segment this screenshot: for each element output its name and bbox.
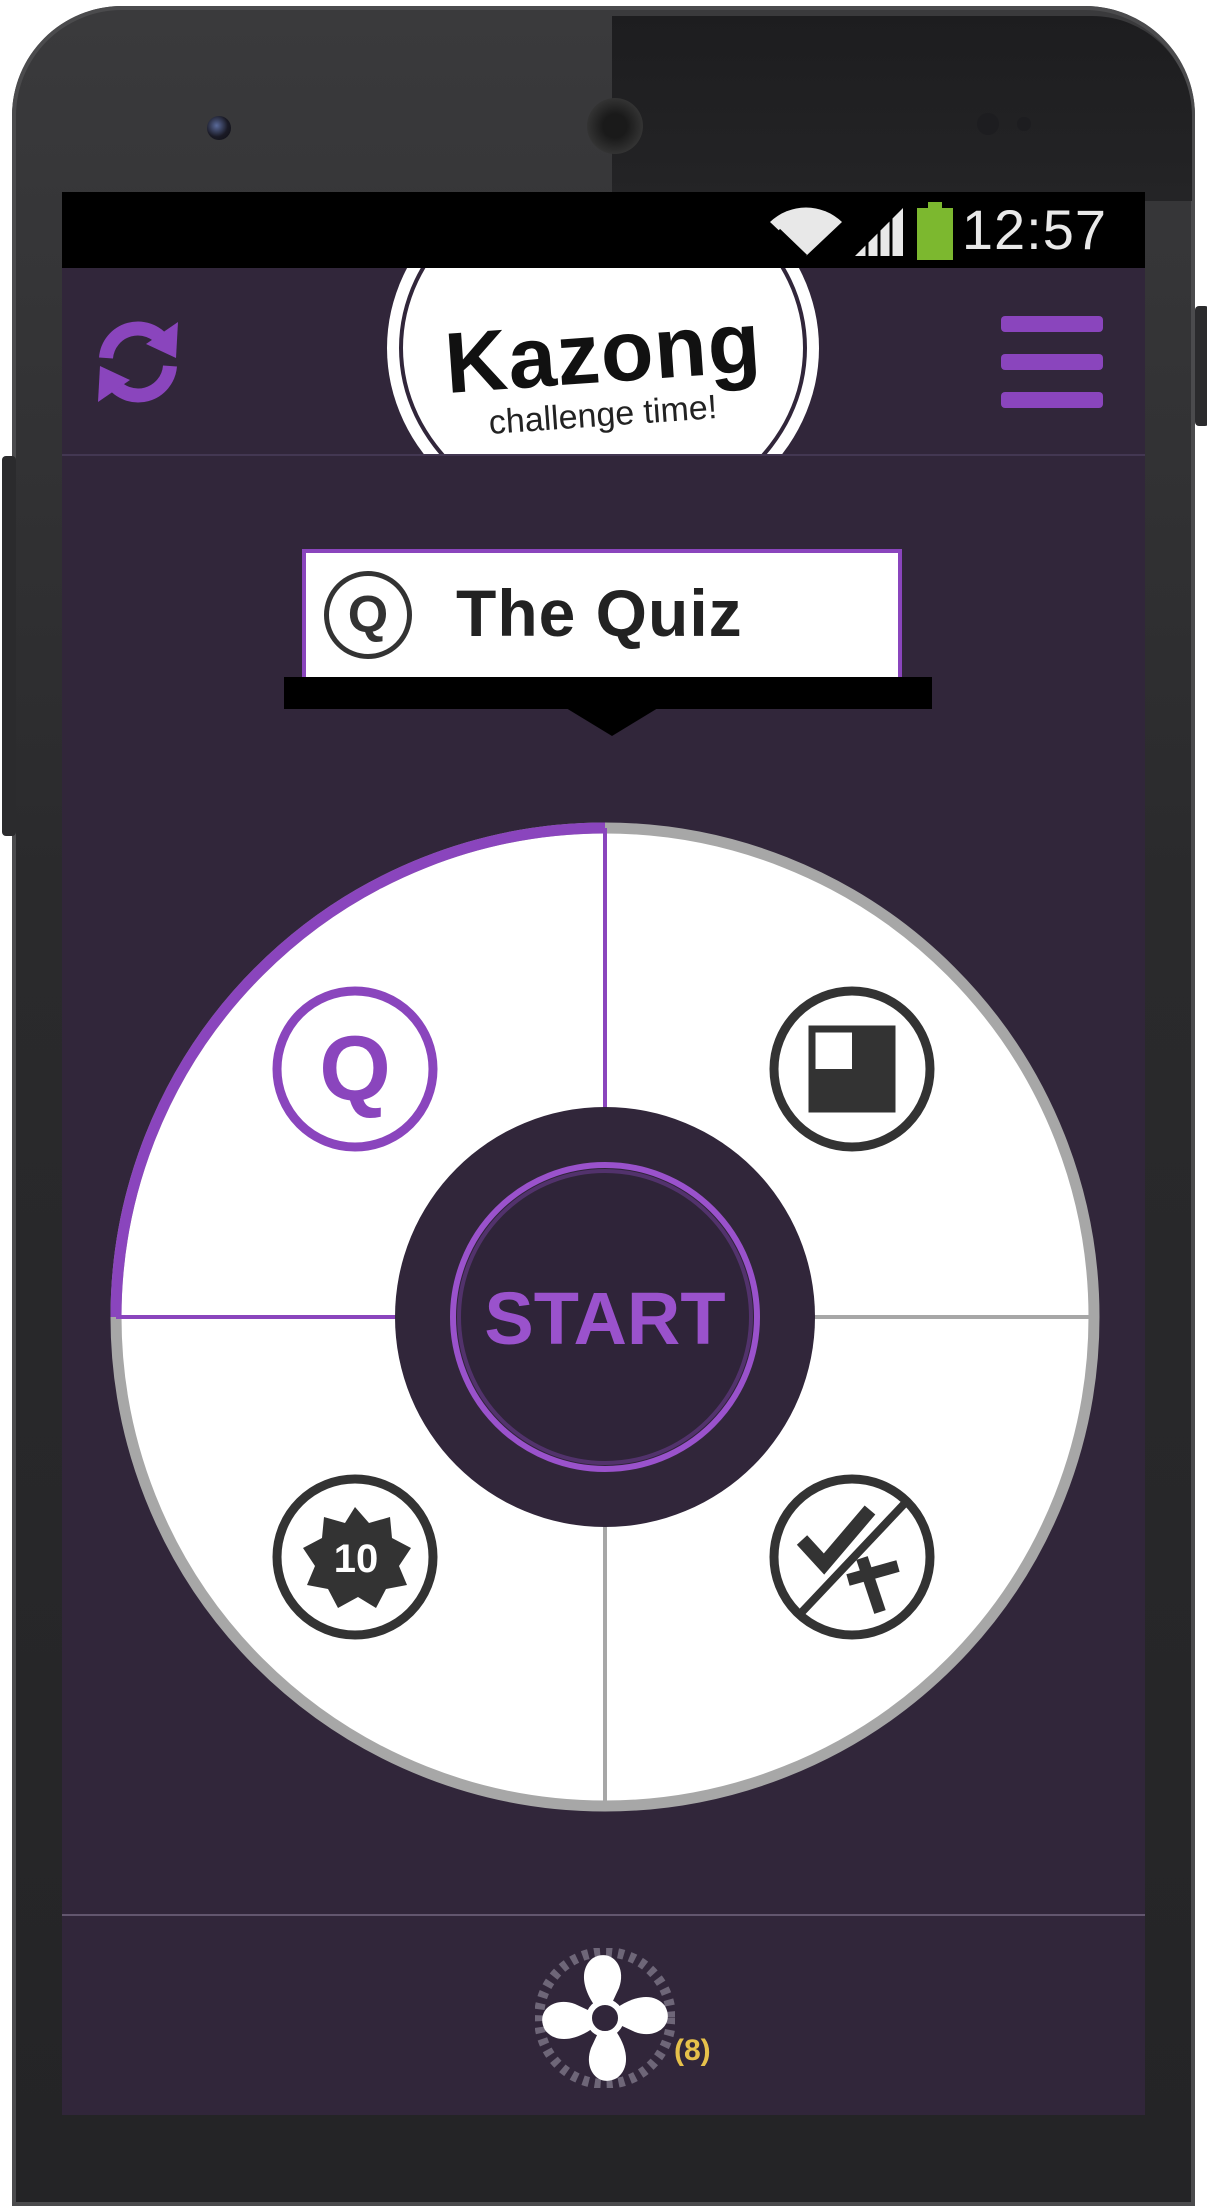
app-bar: Kazong challenge time! xyxy=(62,268,1145,456)
front-camera xyxy=(207,116,231,140)
checkerboard-icon[interactable] xyxy=(769,986,935,1152)
svg-text:10: 10 xyxy=(334,1537,379,1581)
logo-area: Kazong challenge time! xyxy=(62,268,1145,454)
proximity-sensor xyxy=(977,113,999,135)
phone-side-button xyxy=(2,456,16,836)
status-time: 12:57 xyxy=(961,198,1107,261)
selected-mode-card: Q The Quiz xyxy=(302,549,902,677)
status-bar: 12:57 xyxy=(62,192,1145,268)
mode-card-shelf xyxy=(284,677,932,709)
logo-badge[interactable]: Kazong challenge time! xyxy=(387,268,819,454)
badge-10-icon[interactable]: 10 xyxy=(272,1474,438,1640)
hamburger-menu-icon[interactable] xyxy=(1001,316,1103,408)
quiz-q-icon[interactable]: Q xyxy=(272,986,438,1152)
light-sensor xyxy=(1017,117,1031,131)
check-cross-icon[interactable] xyxy=(769,1474,935,1640)
fan-count: (8) xyxy=(674,2034,711,2067)
earpiece-speaker xyxy=(587,98,643,154)
mode-card-pointer xyxy=(566,708,658,736)
fan-icon[interactable] xyxy=(535,1948,675,2088)
phone-side-button xyxy=(1195,306,1207,426)
start-button[interactable]: START xyxy=(395,1107,815,1527)
screen: 12:57 Kazong challenge time! Q The Quiz … xyxy=(62,192,1145,2115)
battery-icon xyxy=(917,202,953,260)
selected-mode-label: The Quiz xyxy=(456,576,743,650)
phone-frame: 12:57 Kazong challenge time! Q The Quiz … xyxy=(2,6,1207,2206)
svg-text:Q: Q xyxy=(319,1018,391,1120)
start-label: START xyxy=(484,1277,725,1360)
quiz-q-icon: Q xyxy=(324,571,412,659)
signal-icon xyxy=(855,208,903,258)
wifi-icon xyxy=(770,207,842,258)
mode-wheel: Q 10 START xyxy=(110,822,1100,1812)
phone-reflection xyxy=(612,16,1192,201)
footer-bar: (8) xyxy=(62,1914,1145,2115)
